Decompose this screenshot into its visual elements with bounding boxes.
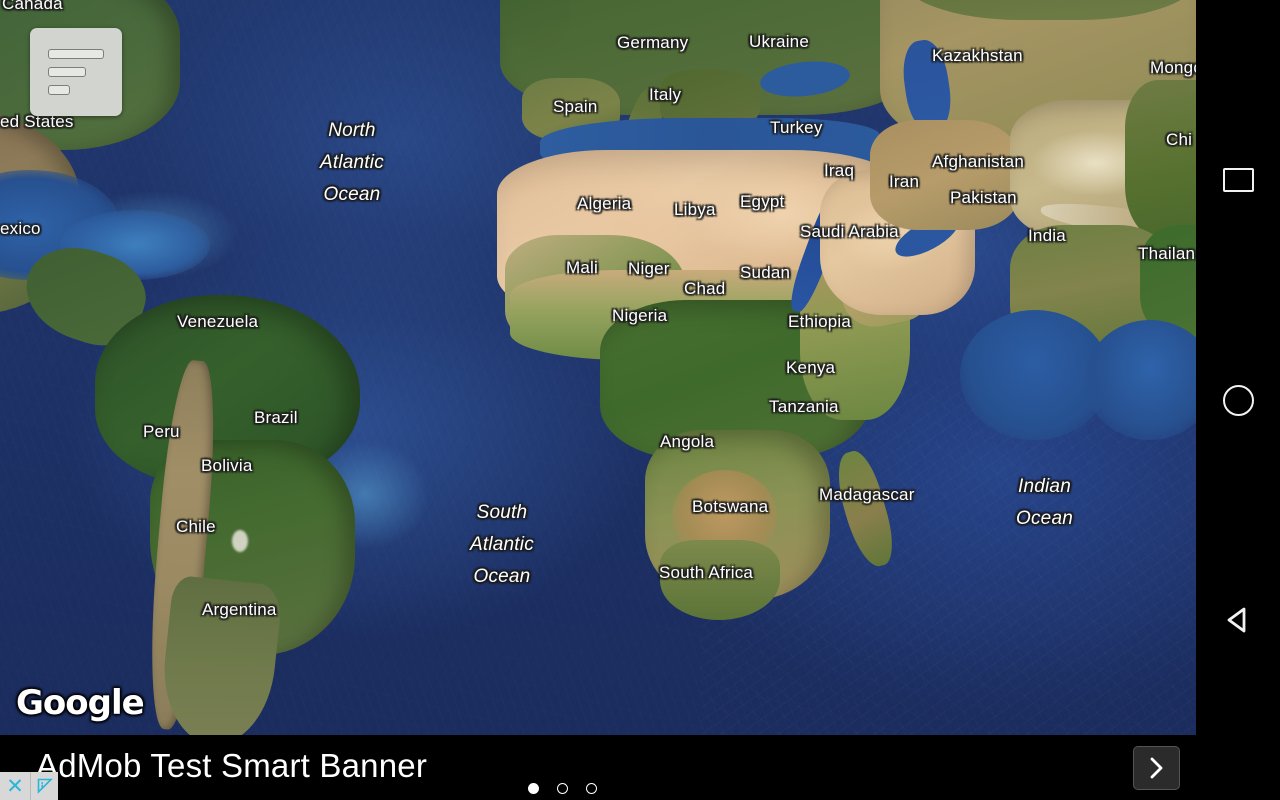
legend-toggle-button[interactable]	[30, 28, 122, 116]
square-icon	[1222, 168, 1254, 192]
altiplano-salt-flat	[232, 530, 248, 552]
ad-badge-group: ✕	[0, 772, 58, 800]
landmass-cape-region	[660, 540, 780, 620]
ad-page-dot[interactable]	[528, 783, 539, 794]
home-button[interactable]	[1196, 358, 1280, 442]
admob-banner[interactable]: AdMob Test Smart Banner ✕	[0, 735, 1196, 800]
chevron-right-icon	[1150, 757, 1162, 779]
legend-bar-icon	[48, 85, 70, 95]
ad-page-dot[interactable]	[586, 783, 597, 794]
landmass-iranian-plateau	[870, 120, 1020, 230]
recents-button[interactable]	[1196, 138, 1280, 222]
adchoices-icon[interactable]	[30, 772, 58, 800]
android-navigation-bar	[1196, 0, 1280, 800]
back-button[interactable]	[1196, 578, 1280, 662]
ad-page-indicator[interactable]	[528, 783, 597, 794]
android-screen: Canada ed States exico Venezuela Brazil Peru B…	[0, 0, 1280, 800]
ad-next-button[interactable]	[1133, 746, 1180, 790]
ad-page-dot[interactable]	[557, 783, 568, 794]
legend-bar-icon	[48, 49, 104, 59]
triangle-left-icon	[1227, 607, 1246, 633]
legend-bar-icon	[48, 67, 86, 77]
circle-icon	[1222, 384, 1254, 416]
ad-headline: AdMob Test Smart Banner	[36, 747, 428, 784]
close-icon[interactable]: ✕	[0, 772, 30, 800]
map-canvas[interactable]: Canada ed States exico Venezuela Brazil Peru B…	[0, 0, 1196, 735]
landmass-east-china	[1125, 80, 1196, 240]
